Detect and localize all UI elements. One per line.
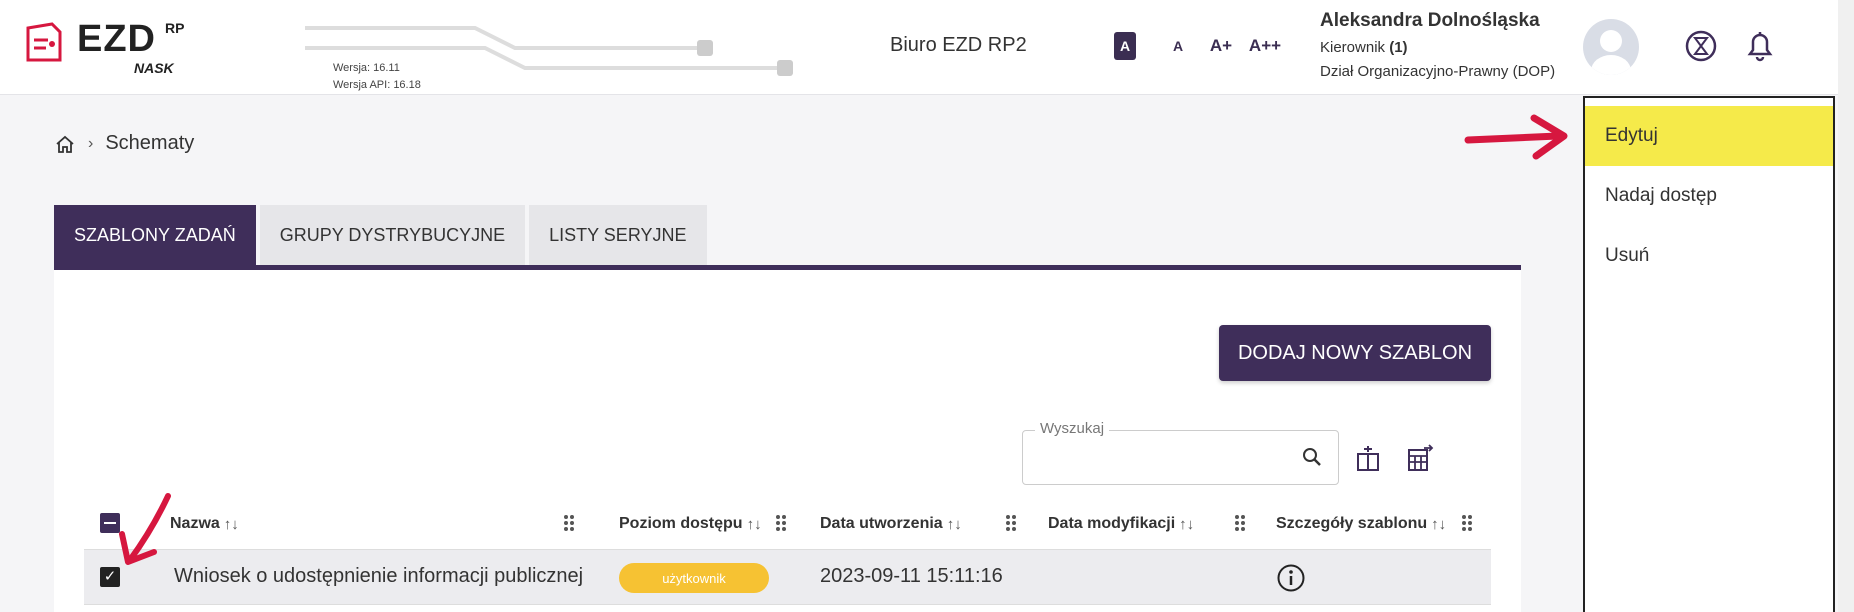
user-department: Dział Organizacyjno-Prawny (DOP) — [1320, 63, 1556, 80]
column-label: Szczegóły szablonu — [1276, 515, 1428, 532]
logo-text: EZD — [77, 18, 156, 60]
office-name[interactable]: Biuro EZD RP2 — [890, 34, 1027, 57]
info-icon[interactable] — [1276, 563, 1306, 593]
app-header: EZD RP NASK Wersja: 16.11 Wersja API: 16… — [0, 0, 1854, 95]
ezd-logo[interactable]: EZD RP NASK — [22, 18, 197, 78]
drag-handle-icon[interactable] — [1460, 513, 1474, 533]
sort-icon[interactable]: ↑↓ — [747, 516, 762, 533]
menu-item-delete[interactable]: Usuń — [1585, 226, 1833, 286]
tab-bar: SZABLONY ZADAŃ GRUPY DYSTRYBUCYJNE LISTY… — [54, 205, 707, 265]
column-label: Data utworzenia — [820, 515, 943, 532]
breadcrumb-separator: › — [88, 134, 94, 152]
breadcrumb-current: Schematy — [105, 132, 195, 154]
export-icon[interactable] — [1404, 442, 1436, 474]
sort-icon[interactable]: ↑↓ — [947, 516, 962, 533]
template-name: Wniosek o udostępnienie informacji publi… — [174, 565, 584, 587]
version-text: Wersja: 16.11 — [333, 62, 400, 74]
menu-item-edit[interactable]: Edytuj — [1585, 106, 1833, 166]
column-header-created[interactable]: Data utworzenia ↑↓ — [820, 515, 962, 533]
font-size-large-button[interactable]: A+ — [1206, 32, 1236, 60]
logo-icon — [26, 22, 62, 62]
column-label: Data modyfikacji — [1048, 515, 1176, 532]
column-header-modified[interactable]: Data modyfikacji ↑↓ — [1048, 515, 1194, 533]
tab-serial-lists[interactable]: LISTY SERYJNE — [529, 205, 707, 265]
column-header-access[interactable]: Poziom dostępu ↑↓ — [619, 515, 762, 533]
api-version-text: Wersja API: 16.18 — [333, 79, 421, 91]
font-size-default-button[interactable]: A — [1114, 32, 1136, 60]
search-field[interactable]: Wyszukaj — [1022, 420, 1339, 485]
bell-icon[interactable] — [1742, 28, 1778, 64]
logo-superscript: RP — [165, 20, 185, 36]
sort-icon[interactable]: ↑↓ — [224, 516, 239, 533]
drag-handle-icon[interactable] — [774, 513, 788, 533]
column-label: Nazwa — [170, 515, 220, 532]
drag-handle-icon[interactable] — [562, 513, 576, 533]
hourglass-icon[interactable] — [1683, 28, 1719, 64]
user-role[interactable]: Kierownik (1) — [1320, 39, 1408, 56]
created-date: 2023-09-11 15:11:16 — [820, 565, 1003, 587]
table-header: Nazwa ↑↓ Poziom dostępu ↑↓ Data utworzen… — [84, 505, 1491, 547]
avatar-icon — [1591, 30, 1631, 75]
row-checkbox[interactable]: ✓ — [100, 567, 120, 587]
font-size-xlarge-button[interactable]: A++ — [1248, 32, 1282, 60]
user-role-count: (1) — [1389, 39, 1408, 56]
logo-sub: NASK — [134, 60, 174, 76]
column-settings-icon[interactable] — [1352, 442, 1384, 474]
search-label: Wyszukaj — [1035, 420, 1110, 437]
table-row[interactable]: ✓ Wniosek o udostępnienie informacji pub… — [84, 549, 1491, 605]
access-level-badge: użytkownik — [619, 563, 769, 593]
user-role-label: Kierownik — [1320, 39, 1386, 56]
column-header-name[interactable]: Nazwa ↑↓ — [170, 515, 239, 533]
tab-task-templates[interactable]: SZABLONY ZADAŃ — [54, 205, 256, 265]
annotation-arrow-right-icon — [1464, 114, 1568, 160]
sort-icon[interactable]: ↑↓ — [1431, 516, 1446, 533]
menu-item-grant-access[interactable]: Nadaj dostęp — [1585, 166, 1833, 226]
font-size-normal-button[interactable]: A — [1168, 32, 1188, 60]
scrollbar[interactable] — [1838, 0, 1854, 612]
context-menu: Edytuj Nadaj dostęp Usuń — [1583, 96, 1835, 612]
column-header-details[interactable]: Szczegóły szablonu ↑↓ — [1276, 515, 1446, 533]
drag-handle-icon[interactable] — [1004, 513, 1018, 533]
search-icon[interactable] — [1300, 445, 1324, 469]
sort-icon[interactable]: ↑↓ — [1179, 516, 1194, 533]
drag-handle-icon[interactable] — [1233, 513, 1247, 533]
column-label: Poziom dostępu — [619, 515, 743, 532]
add-template-button[interactable]: DODAJ NOWY SZABLON — [1219, 325, 1491, 381]
home-icon[interactable] — [54, 133, 76, 155]
tab-distribution-groups[interactable]: GRUPY DYSTRYBUCYJNE — [259, 205, 526, 265]
breadcrumb: › Schematy — [54, 132, 194, 155]
user-name: Aleksandra Dolnośląska — [1320, 10, 1540, 31]
user-avatar[interactable] — [1583, 19, 1639, 75]
annotation-arrow-down-icon — [119, 493, 171, 565]
